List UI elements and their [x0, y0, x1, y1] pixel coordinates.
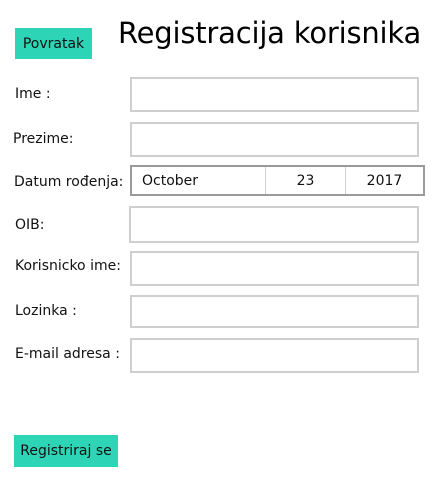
page-title: Registracija korisnika	[118, 16, 422, 50]
password-label: Lozinka :	[15, 303, 77, 319]
email-label: E-mail adresa :	[15, 346, 120, 362]
birth-date-picker[interactable]: October 23 2017	[130, 165, 425, 196]
birth-year-selector[interactable]: 2017	[346, 167, 423, 194]
back-button[interactable]: Povratak	[15, 28, 92, 59]
first-name-label: Ime :	[15, 86, 51, 102]
birth-date-label: Datum rođenja:	[14, 174, 124, 190]
birth-day-selector[interactable]: 23	[266, 167, 346, 194]
password-field[interactable]	[130, 295, 419, 328]
first-name-field[interactable]	[130, 77, 419, 112]
register-button[interactable]: Registriraj se	[14, 435, 118, 467]
oib-label: OIB:	[15, 217, 45, 233]
oib-field[interactable]	[129, 206, 419, 243]
last-name-label: Prezime:	[13, 131, 74, 147]
username-field[interactable]	[130, 251, 419, 286]
email-field[interactable]	[130, 338, 419, 373]
username-label: Korisnicko ime:	[15, 258, 121, 274]
last-name-field[interactable]	[130, 122, 419, 157]
birth-month-selector[interactable]: October	[132, 167, 266, 194]
